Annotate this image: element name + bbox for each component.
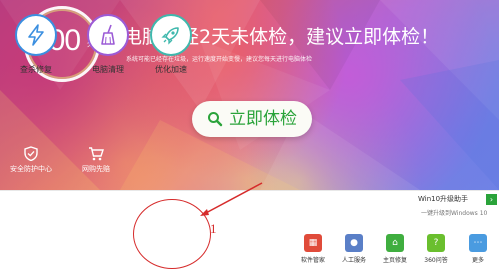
more-button[interactable]: ⋯ 更多 bbox=[463, 234, 493, 264]
software-manager-button[interactable]: ▦ 软件管家 bbox=[298, 234, 328, 264]
win10-upgrade-assistant[interactable]: Win10升级助手 › 一键升级到Windows 10 bbox=[418, 194, 499, 220]
homepage-repair-button[interactable]: ⌂ 主页修复 bbox=[380, 234, 410, 264]
more-label: 更多 bbox=[471, 257, 484, 264]
arrow-right-icon: › bbox=[486, 194, 497, 205]
person-icon: ● bbox=[345, 234, 363, 252]
apps-grid-icon: ▦ bbox=[304, 234, 322, 252]
manual-service-label: 人工服务 bbox=[341, 257, 366, 264]
qa-icon: ? bbox=[427, 234, 445, 252]
security-app-window: 100 分 电脑已经2天未体检，建议立即体检！ 系统可能已经存在垃圾，运行速度开… bbox=[0, 0, 499, 274]
home-icon: ⌂ bbox=[386, 234, 404, 252]
qa-360-button[interactable]: ? 360问答 bbox=[421, 234, 451, 264]
more-icon: ⋯ bbox=[469, 234, 487, 252]
win10-upgrade-title: Win10升级助手 bbox=[418, 195, 469, 203]
annotation-number: 1 bbox=[210, 221, 217, 236]
win10-upgrade-subtitle: 一键升级到Windows 10 bbox=[421, 210, 488, 217]
annotation-arrow-icon bbox=[200, 182, 263, 216]
qa-360-label: 360问答 bbox=[424, 257, 448, 264]
software-manager-label: 软件管家 bbox=[300, 257, 325, 264]
homepage-repair-label: 主页修复 bbox=[382, 257, 407, 264]
manual-service-button[interactable]: ● 人工服务 bbox=[339, 234, 369, 264]
